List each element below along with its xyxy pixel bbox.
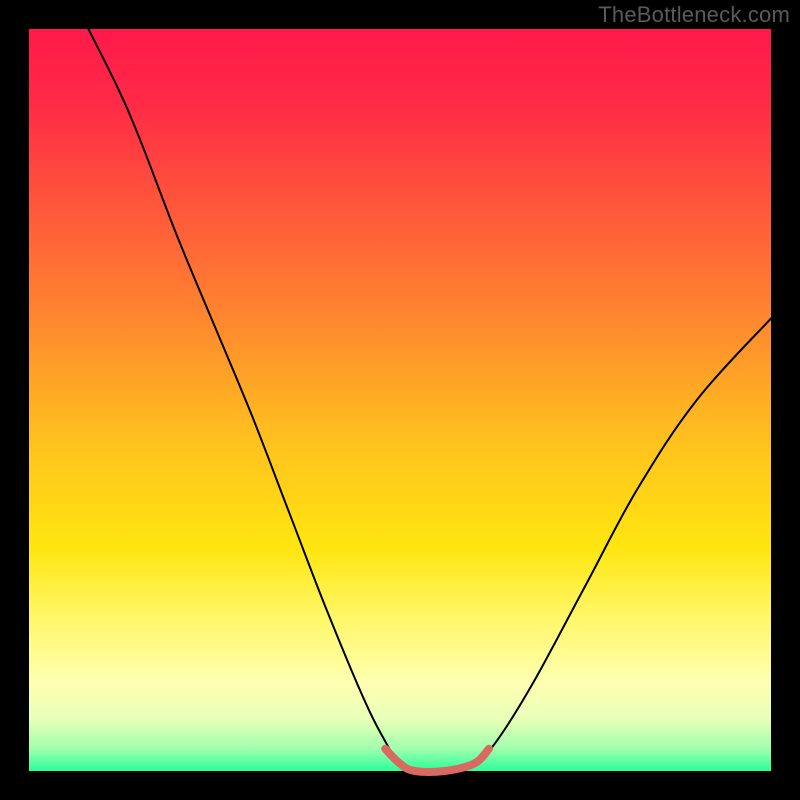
chart-frame: TheBottleneck.com [0, 0, 800, 800]
watermark-text: TheBottleneck.com [598, 2, 790, 28]
bottleneck-chart [0, 0, 800, 800]
